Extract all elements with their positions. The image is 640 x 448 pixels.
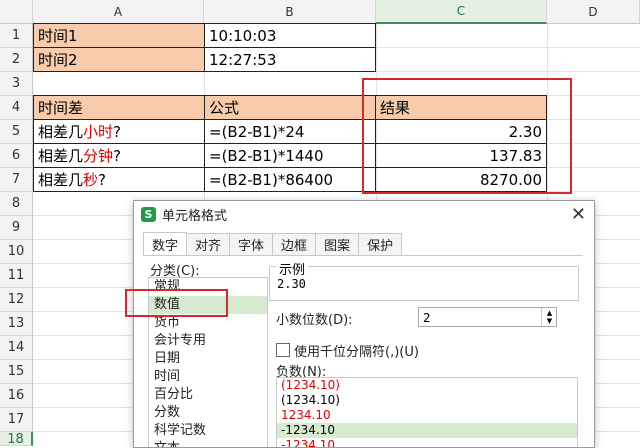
row-header-1[interactable]: 1 bbox=[0, 24, 33, 48]
dialog-title: 单元格格式 bbox=[162, 209, 228, 224]
category-text[interactable]: 文本 bbox=[149, 440, 267, 447]
row-header-9[interactable]: 9 bbox=[0, 216, 33, 240]
column-header-b[interactable]: B bbox=[204, 0, 376, 24]
category-fraction[interactable]: 分数 bbox=[149, 404, 267, 422]
row-header-10[interactable]: 10 bbox=[0, 240, 33, 264]
row-header-13[interactable]: 13 bbox=[0, 312, 33, 336]
row-header-16[interactable]: 16 bbox=[0, 384, 33, 408]
thousands-separator-label: 使用千位分隔符(,)(U) bbox=[294, 345, 419, 360]
sample-label: 示例 bbox=[276, 259, 309, 278]
category-percentage[interactable]: 百分比 bbox=[149, 386, 267, 404]
tab-pattern[interactable]: 图案 bbox=[315, 233, 360, 255]
cell-a7-text: 相差几 bbox=[38, 171, 84, 189]
decimal-places-input[interactable]: 2 bbox=[418, 307, 557, 327]
sample-value: 2.30 bbox=[277, 277, 306, 291]
negative-option[interactable]: -1234.10 bbox=[277, 438, 577, 447]
negative-numbers-list[interactable]: (1234.10) (1234.10) 1234.10 -1234.10 -12… bbox=[276, 377, 578, 447]
row-header-6[interactable]: 6 bbox=[0, 144, 33, 168]
tab-font[interactable]: 字体 bbox=[229, 233, 274, 255]
spin-down-icon[interactable]: ▼ bbox=[547, 317, 552, 325]
negative-option[interactable]: 1234.10 bbox=[277, 408, 577, 423]
result-highlight-box bbox=[362, 78, 572, 194]
cell-a5-highlight: 小时 bbox=[83, 123, 114, 141]
cell-a6-suffix: ? bbox=[113, 146, 121, 165]
format-cells-dialog: S 单元格格式 ✕ 数字 对齐 字体 边框 图案 保护 分类(C): 常规 数值… bbox=[133, 200, 595, 448]
decimal-places-label: 小数位数(D): bbox=[276, 313, 353, 328]
sample-box bbox=[269, 266, 579, 301]
cell-a5-text: 相差几 bbox=[38, 123, 84, 141]
cell-b7[interactable]: =(B2-B1)*86400 bbox=[204, 167, 376, 192]
cell-a2[interactable]: 时间2 bbox=[33, 47, 205, 72]
cell-a5-suffix: ? bbox=[113, 122, 121, 141]
close-icon[interactable]: ✕ bbox=[571, 204, 586, 225]
row-header-11[interactable]: 11 bbox=[0, 264, 33, 288]
thousands-separator-checkbox[interactable] bbox=[276, 343, 290, 357]
tab-alignment[interactable]: 对齐 bbox=[186, 233, 231, 255]
cell-b4[interactable]: 公式 bbox=[204, 95, 376, 120]
row-header-8[interactable]: 8 bbox=[0, 192, 33, 216]
cell-b2[interactable]: 12:27:53 bbox=[204, 47, 376, 72]
negative-option[interactable]: (1234.10) bbox=[277, 393, 577, 408]
tab-protection[interactable]: 保护 bbox=[358, 233, 403, 255]
cell-b1[interactable]: 10:10:03 bbox=[204, 23, 376, 48]
cell-a5[interactable]: 相差几 小时? bbox=[33, 119, 205, 144]
category-accounting[interactable]: 会计专用 bbox=[149, 332, 267, 350]
cell-b5[interactable]: =(B2-B1)*24 bbox=[204, 119, 376, 144]
tab-border[interactable]: 边框 bbox=[272, 233, 317, 255]
row-header-5[interactable]: 5 bbox=[0, 120, 33, 144]
cell-a6-highlight: 分钟 bbox=[83, 147, 114, 165]
row-header-14[interactable]: 14 bbox=[0, 336, 33, 360]
tab-divider bbox=[143, 255, 583, 256]
row-header-7[interactable]: 7 bbox=[0, 168, 33, 192]
row-header-17[interactable]: 17 bbox=[0, 408, 33, 432]
cell-a7[interactable]: 相差几秒? bbox=[33, 167, 205, 192]
category-date[interactable]: 日期 bbox=[149, 350, 267, 368]
cell-a7-suffix: ? bbox=[98, 170, 106, 189]
dialog-tabs: 数字 对齐 字体 边框 图案 保护 bbox=[143, 232, 403, 255]
cell-a6-text: 相差几 bbox=[38, 147, 84, 165]
category-scientific[interactable]: 科学记数 bbox=[149, 422, 267, 440]
column-header-d[interactable]: D bbox=[547, 0, 640, 24]
cell-b6[interactable]: =(B2-B1)*1440 bbox=[204, 143, 376, 168]
select-all-corner[interactable] bbox=[0, 0, 33, 24]
wps-app-icon: S bbox=[141, 207, 156, 222]
cell-a7-highlight: 秒 bbox=[83, 171, 99, 189]
cell-a4[interactable]: 时间差 bbox=[33, 95, 205, 120]
row-header-3[interactable]: 3 bbox=[0, 72, 33, 96]
cell-a1[interactable]: 时间1 bbox=[33, 23, 205, 48]
column-header-c[interactable]: C bbox=[376, 0, 547, 24]
negative-option-selected[interactable]: -1234.10 bbox=[277, 423, 577, 438]
column-header-a[interactable]: A bbox=[33, 0, 204, 24]
spin-up-icon[interactable]: ▲ bbox=[547, 309, 552, 317]
tab-number[interactable]: 数字 bbox=[143, 232, 188, 255]
row-header-4[interactable]: 4 bbox=[0, 96, 33, 120]
decimal-spinner[interactable]: ▲ ▼ bbox=[541, 308, 557, 326]
category-highlight-box bbox=[125, 289, 228, 317]
row-header-15[interactable]: 15 bbox=[0, 360, 33, 384]
cell-a6[interactable]: 相差几 分钟? bbox=[33, 143, 205, 168]
row-header-12[interactable]: 12 bbox=[0, 288, 33, 312]
negative-option[interactable]: (1234.10) bbox=[277, 378, 577, 393]
row-header-18[interactable]: 18 bbox=[0, 432, 33, 447]
category-time[interactable]: 时间 bbox=[149, 368, 267, 386]
dialog-titlebar[interactable]: S 单元格格式 ✕ bbox=[134, 201, 594, 228]
row-header-2[interactable]: 2 bbox=[0, 48, 33, 72]
